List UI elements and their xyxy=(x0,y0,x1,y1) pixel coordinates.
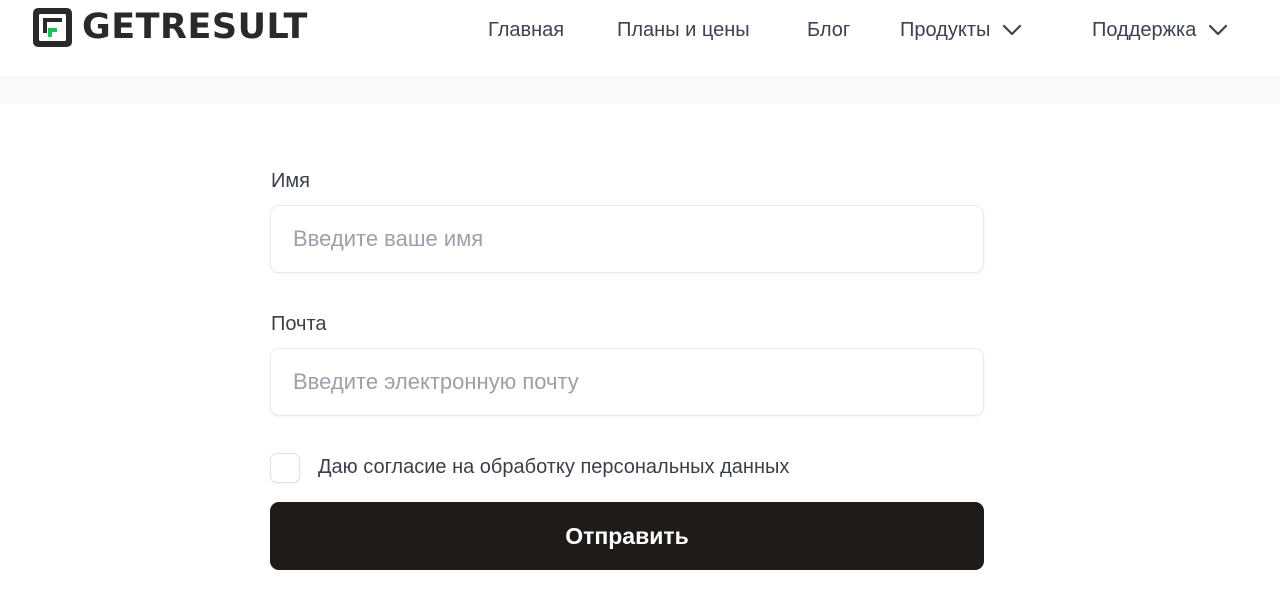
nav-item-label: Поддержка xyxy=(1092,18,1197,41)
logo[interactable]: GETRESULT xyxy=(33,8,308,47)
chevron-down-icon xyxy=(1003,24,1022,36)
email-input[interactable] xyxy=(270,348,984,416)
nav-item-home[interactable]: Главная xyxy=(488,15,564,45)
nav-item-support[interactable]: Поддержка xyxy=(1092,15,1228,45)
nav-item-pricing[interactable]: Планы и цены xyxy=(617,15,750,45)
email-label: Почта xyxy=(271,313,327,335)
nav-item-label: Блог xyxy=(807,18,851,41)
name-label: Имя xyxy=(271,170,310,192)
consent-label: Даю согласие на обработку персональных д… xyxy=(318,456,790,478)
consent-checkbox[interactable] xyxy=(270,453,300,483)
nav-item-products[interactable]: Продукты xyxy=(900,15,1022,45)
nav-item-label: Главная xyxy=(488,18,565,41)
logo-text: GETRESULT xyxy=(82,7,308,47)
nav-item-blog[interactable]: Блог xyxy=(807,15,850,45)
getresult-logo-icon xyxy=(33,8,72,47)
nav-item-label: Планы и цены xyxy=(617,18,750,41)
site-header: GETRESULT Главная Планы и цены Блог Прод… xyxy=(0,0,1280,76)
name-input[interactable] xyxy=(270,205,984,273)
chevron-down-icon xyxy=(1209,24,1228,36)
nav-item-label: Продукты xyxy=(900,18,991,41)
submit-button[interactable]: Отправить xyxy=(270,502,984,570)
header-divider xyxy=(0,76,1280,104)
